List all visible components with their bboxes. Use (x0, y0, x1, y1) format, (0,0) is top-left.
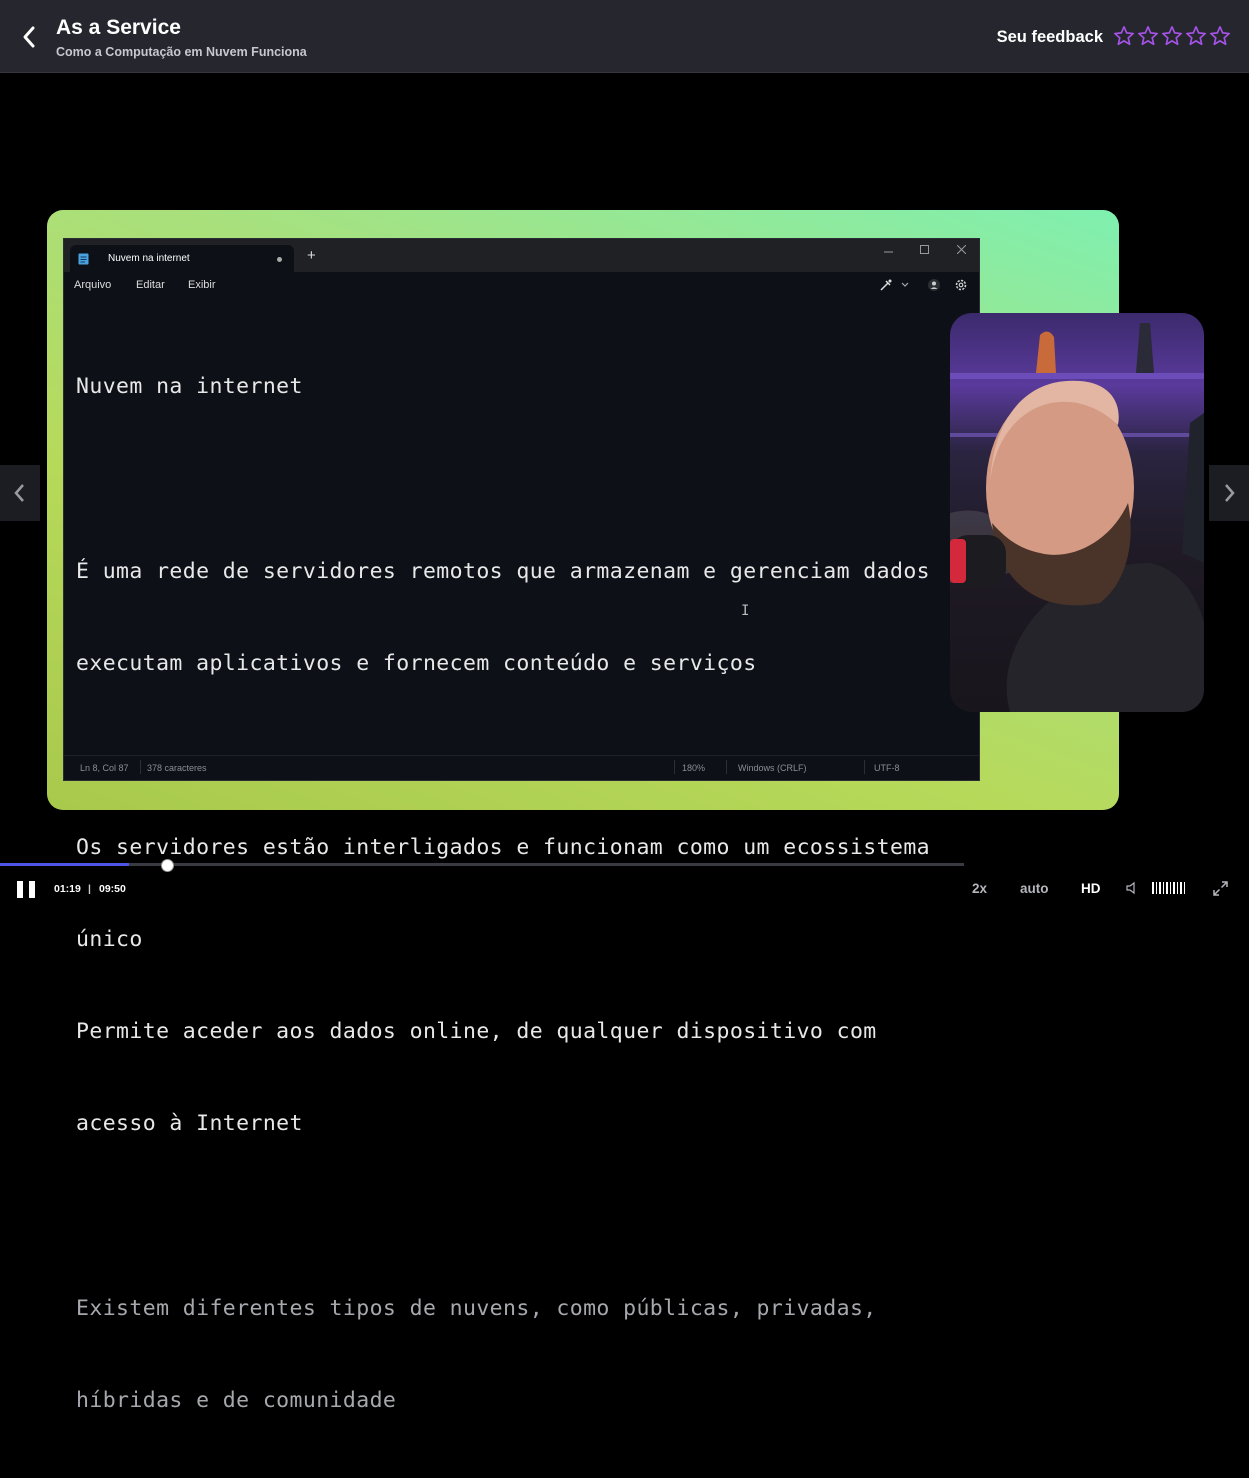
content-line: acesso à Internet (76, 1111, 303, 1137)
status-divider (864, 760, 865, 774)
status-divider (140, 760, 141, 774)
current-time: 01:19 (54, 883, 81, 895)
content-line: executam aplicativos e fornecem conteúdo… (76, 650, 757, 676)
notepad-tab: Nuvem na internet (70, 245, 294, 272)
status-divider (674, 760, 675, 774)
star-icon[interactable] (1113, 25, 1135, 47)
lesson-title: As a Service (56, 16, 181, 39)
maximize-icon (920, 245, 929, 254)
top-bar: As a Service Como a Computação em Nuvem … (0, 0, 1249, 73)
star-icon[interactable] (1161, 25, 1183, 47)
playback-speed-button[interactable]: 2x (972, 881, 987, 896)
close-icon (957, 245, 966, 254)
notepad-menubar: Arquivo Editar Exibir (64, 272, 979, 298)
status-position: Ln 8, Col 87 (80, 763, 129, 773)
rating-stars (1113, 25, 1231, 47)
status-char-count: 378 caracteres (147, 763, 207, 773)
webcam-overlay (950, 313, 1204, 712)
content-line: híbridas e de comunidade (76, 1387, 397, 1413)
player-controls: 01:19 | 09:50 2x auto HD (0, 859, 1249, 911)
minimize-icon (884, 251, 893, 253)
content-line: Permite aceder aos dados online, de qual… (76, 1019, 877, 1045)
notepad-window: Nuvem na internet + Arquivo Editar Exibi… (63, 238, 980, 1413)
presenter-video-image (950, 323, 1204, 712)
unsaved-dot-icon (277, 257, 282, 262)
star-icon[interactable] (1185, 25, 1207, 47)
content-line: ​ (76, 1201, 930, 1232)
settings-gear-icon (955, 279, 967, 291)
fullscreen-icon[interactable] (1213, 881, 1228, 896)
content-line: Os servidores estão interligados e funci… (76, 834, 931, 860)
chevron-left-icon (14, 484, 24, 502)
chevron-down-icon (901, 282, 909, 287)
progress-track[interactable] (0, 863, 964, 866)
menu-editar: Editar (136, 279, 165, 291)
star-icon[interactable] (1137, 25, 1159, 47)
copilot-icon (880, 279, 892, 291)
next-lesson-button[interactable] (1209, 465, 1249, 521)
content-line: único (76, 927, 143, 953)
notepad-statusbar: Ln 8, Col 87 378 caracteres 180% Windows… (64, 755, 979, 780)
notepad-icon (78, 253, 89, 265)
chevron-right-icon (1225, 484, 1235, 502)
volume-slider[interactable] (1152, 882, 1185, 894)
back-button[interactable] (14, 20, 44, 54)
progress-knob[interactable] (161, 859, 174, 872)
previous-lesson-button[interactable] (0, 465, 40, 521)
pause-icon[interactable] (17, 881, 35, 898)
time-separator: | (88, 883, 91, 895)
content-line: Nuvem na internet (76, 374, 303, 400)
status-divider (726, 760, 727, 774)
status-zoom: 180% (682, 763, 706, 773)
duration: 09:50 (99, 883, 126, 895)
quality-mode-button[interactable]: auto (1020, 881, 1049, 896)
volume-icon[interactable] (1125, 881, 1139, 895)
notepad-tab-label: Nuvem na internet (108, 253, 190, 264)
hd-quality-button[interactable]: HD (1081, 881, 1101, 896)
content-line: Existem diferentes tipos de nuvens, como… (76, 1295, 877, 1321)
chevron-left-icon (23, 26, 35, 48)
status-line-ending: Windows (CRLF) (738, 763, 807, 773)
status-encoding: UTF-8 (874, 763, 900, 773)
menu-arquivo: Arquivo (74, 279, 112, 291)
new-tab-icon: + (307, 247, 316, 264)
notepad-titlebar: Nuvem na internet + (64, 239, 979, 272)
star-icon[interactable] (1209, 25, 1231, 47)
progress-fill (0, 863, 129, 866)
content-line: É uma rede de servidores remotos que arm… (76, 558, 931, 584)
text-cursor-icon: I (741, 603, 750, 619)
course-subtitle: Como a Computação em Nuvem Funciona (56, 45, 307, 59)
account-icon (928, 279, 940, 291)
menu-exibir: Exibir (188, 279, 216, 291)
content-line: ​ (76, 465, 930, 496)
feedback-label: Seu feedback (996, 28, 1103, 46)
